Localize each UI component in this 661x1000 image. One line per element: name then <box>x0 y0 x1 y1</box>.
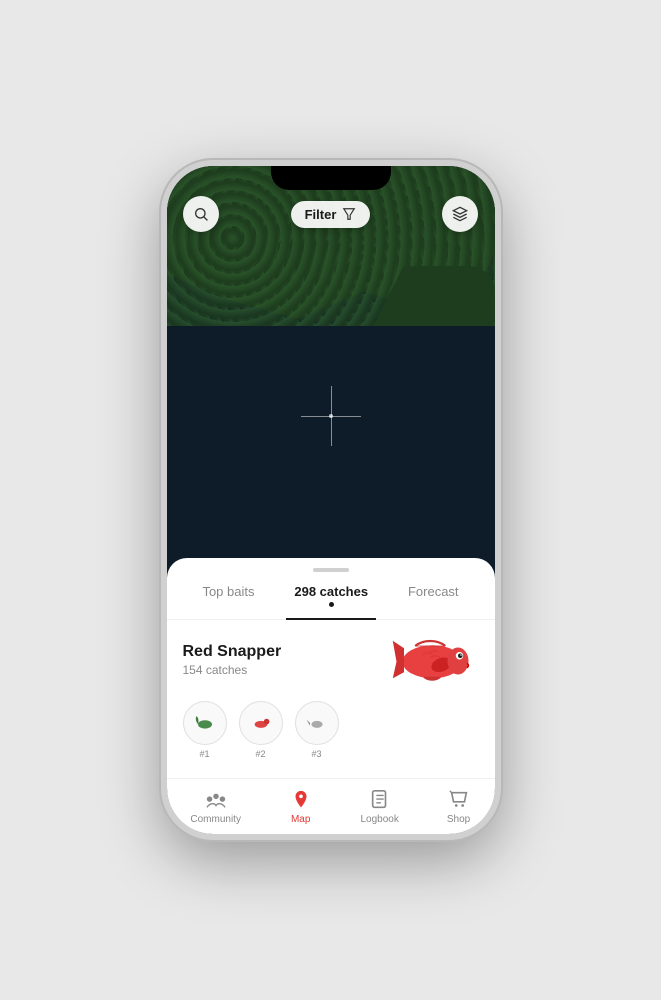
tabs-row: Top baits 298 catches Forecast <box>167 580 495 620</box>
filter-label: Filter <box>305 207 337 222</box>
bait-circle-2 <box>239 701 283 745</box>
community-icon <box>204 788 228 812</box>
search-icon <box>193 206 209 222</box>
bait-image-2 <box>247 709 275 737</box>
bait-circle-1 <box>183 701 227 745</box>
nav-shop[interactable]: Shop <box>439 784 479 829</box>
fish-card[interactable]: Red Snapper 154 catches <box>167 620 495 695</box>
phone-frame: Filter Regulatio <box>161 160 501 840</box>
map-controls: Filter <box>167 196 495 232</box>
nav-logbook-label: Logbook <box>360 814 398 825</box>
fish-svg <box>389 632 479 687</box>
tab-forecast[interactable]: Forecast <box>400 580 467 611</box>
nav-community-label: Community <box>190 814 241 825</box>
logbook-icon <box>368 788 392 812</box>
bait-rank-3: #3 <box>311 749 321 759</box>
map-area[interactable]: Filter Regulatio <box>167 166 495 626</box>
shop-icon <box>447 788 471 812</box>
layers-icon <box>452 206 468 222</box>
layers-button[interactable] <box>442 196 478 232</box>
map-crosshair <box>301 386 361 446</box>
bait-rank-2: #2 <box>255 749 265 759</box>
fish-catches: 154 catches <box>183 663 282 677</box>
bottom-nav: Community Map <box>167 778 495 834</box>
map-background <box>167 166 495 626</box>
bait-item-3[interactable]: #3 <box>295 701 339 759</box>
nav-map[interactable]: Map <box>281 784 321 829</box>
crosshair-dot <box>329 414 333 418</box>
filter-icon <box>342 207 356 221</box>
filter-button[interactable]: Filter <box>291 201 371 228</box>
bottom-sheet: Top baits 298 catches Forecast Red Snapp… <box>167 558 495 778</box>
fish-image <box>389 632 479 687</box>
map-icon <box>289 788 313 812</box>
bait-item-2[interactable]: #2 <box>239 701 283 759</box>
nav-community[interactable]: Community <box>182 784 249 829</box>
active-tab-indicator <box>329 602 334 607</box>
phone-wrapper: Filter Regulatio <box>161 160 501 840</box>
bait-image-1 <box>191 709 219 737</box>
phone-notch <box>271 166 391 190</box>
search-button[interactable] <box>183 196 219 232</box>
tab-catches[interactable]: 298 catches <box>286 580 376 611</box>
bait-rank-1: #1 <box>199 749 209 759</box>
bait-circle-3 <box>295 701 339 745</box>
bait-row: #1 #2 <box>167 695 495 765</box>
sheet-handle <box>313 568 349 572</box>
nav-logbook[interactable]: Logbook <box>352 784 406 829</box>
bait-item-1[interactable]: #1 <box>183 701 227 759</box>
nav-map-label: Map <box>291 814 310 825</box>
fish-name: Red Snapper <box>183 643 282 661</box>
tab-top-baits[interactable]: Top baits <box>194 580 262 611</box>
fish-info: Red Snapper 154 catches <box>183 643 282 677</box>
nav-shop-label: Shop <box>447 814 470 825</box>
phone-screen: Filter Regulatio <box>167 166 495 834</box>
bait-image-3 <box>303 709 331 737</box>
